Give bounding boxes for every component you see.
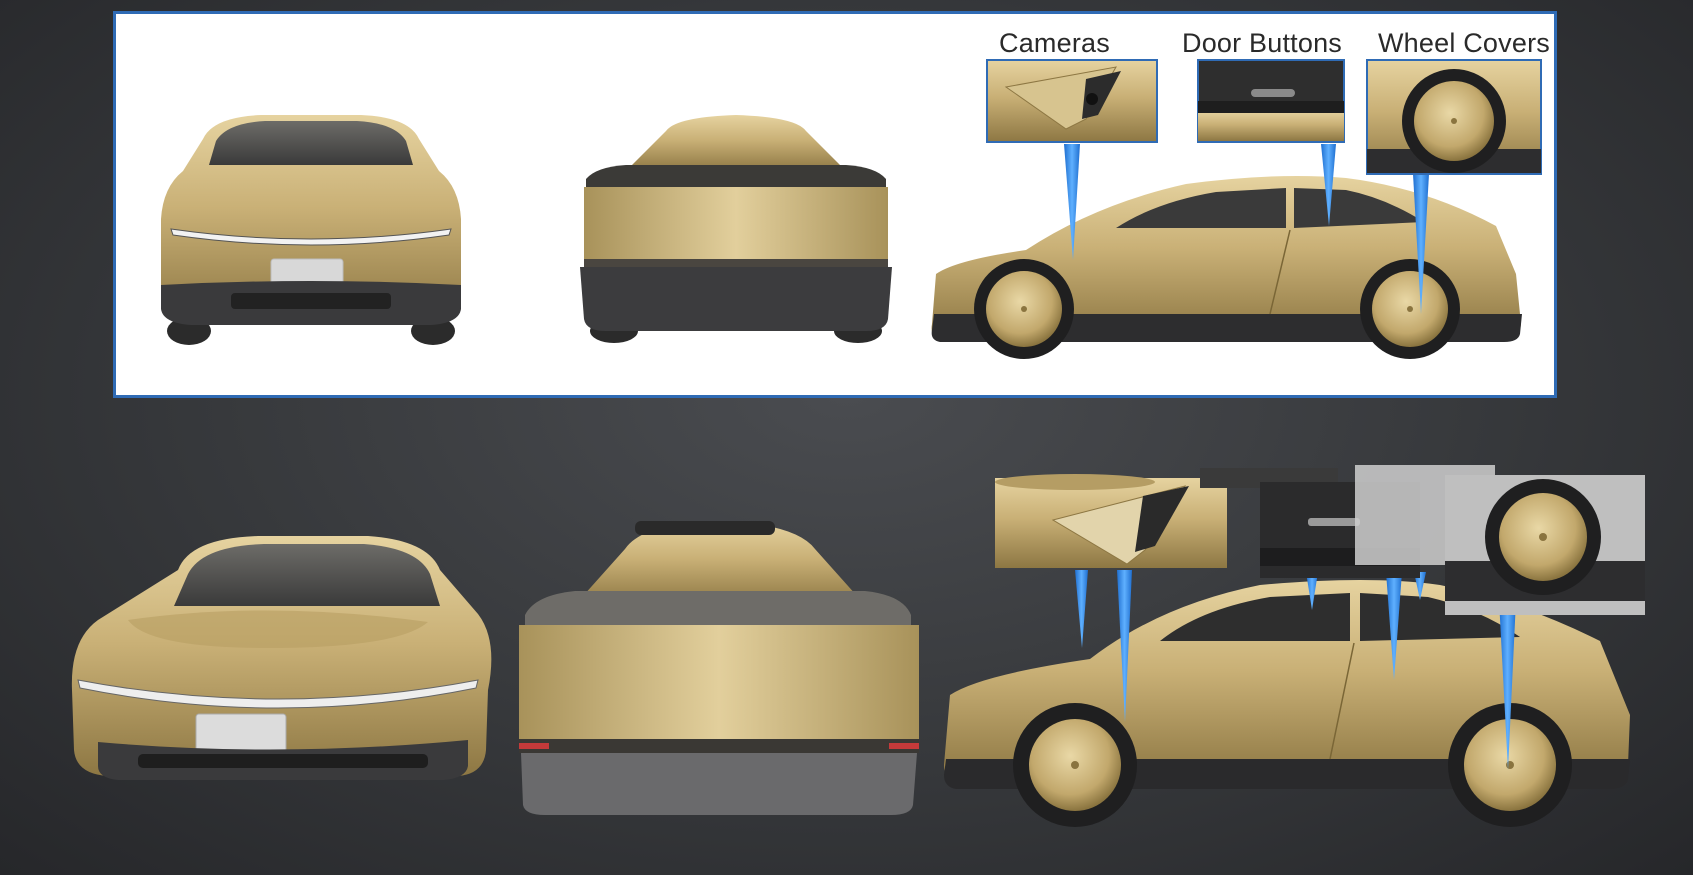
reconstructed-camera-inset (995, 474, 1227, 568)
reconstructed-callout-pointers (1075, 570, 1516, 770)
reconstructed-wheel-cover-inset (1355, 465, 1645, 615)
